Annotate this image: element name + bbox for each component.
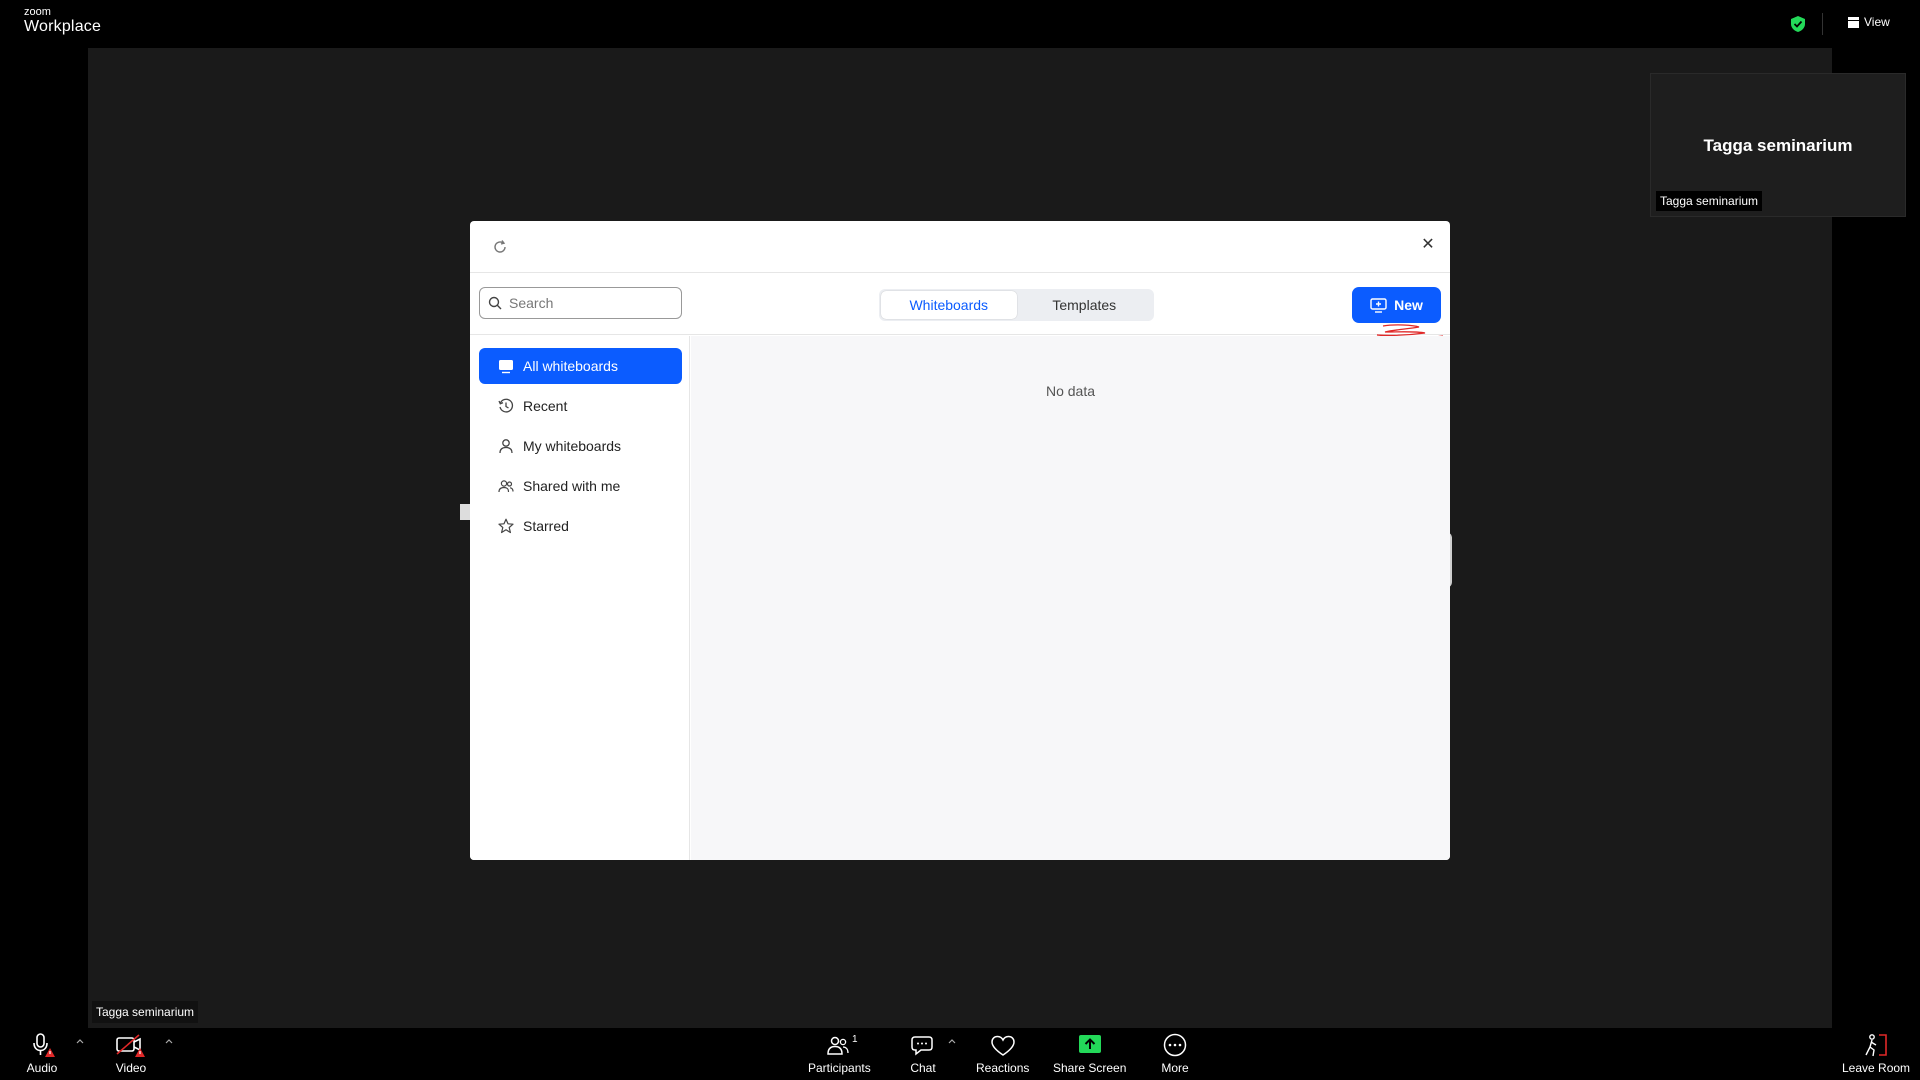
tab-templates[interactable]: Templates bbox=[1017, 291, 1153, 319]
meeting-controls: Audio Video Participants 1 Chat Reaction… bbox=[0, 1028, 1920, 1080]
sidebar-item-label: My whiteboards bbox=[523, 438, 622, 454]
participant-thumbnail[interactable]: Tagga seminarium Tagga seminarium bbox=[1650, 73, 1906, 217]
leave-icon bbox=[1865, 1034, 1887, 1057]
top-bar: zoom Workplace View bbox=[0, 0, 1920, 48]
participants-count: 1 bbox=[852, 1034, 858, 1045]
leave-room-label: Leave Room bbox=[1842, 1061, 1911, 1075]
clock-icon bbox=[498, 398, 514, 413]
sidebar-item-label: Shared with me bbox=[523, 478, 621, 494]
search-input[interactable] bbox=[509, 295, 669, 311]
share-screen-icon bbox=[1078, 1035, 1101, 1053]
whiteboard-icon bbox=[499, 360, 513, 374]
more-button[interactable]: More bbox=[1159, 1032, 1191, 1075]
participant-name-label: Tagga seminarium bbox=[1656, 191, 1763, 211]
participant-name-big: Tagga seminarium bbox=[1703, 136, 1853, 155]
participants-label: Participants bbox=[808, 1061, 871, 1075]
chat-button[interactable]: Chat bbox=[907, 1032, 939, 1075]
top-divider bbox=[1822, 13, 1823, 35]
zoom-logo: zoom Workplace bbox=[24, 7, 101, 35]
share-screen-button[interactable]: Share Screen bbox=[1053, 1032, 1126, 1075]
sidebar-item-label: All whiteboards bbox=[523, 358, 618, 374]
whiteboard-dialog: ✕ Whiteboards Templates New bbox=[470, 221, 1450, 860]
sidebar-item-all-whiteboards[interactable]: All whiteboards bbox=[479, 348, 682, 384]
leave-room-button[interactable]: Leave Room bbox=[1842, 1032, 1910, 1075]
dialog-header: ✕ bbox=[470, 221, 1450, 273]
star-icon bbox=[498, 518, 514, 534]
view-label: View bbox=[1864, 15, 1890, 29]
chat-label: Chat bbox=[910, 1061, 936, 1075]
audio-label: Audio bbox=[26, 1061, 58, 1075]
logo-big-text: Workplace bbox=[24, 18, 102, 35]
grid-icon bbox=[1848, 16, 1859, 28]
video-label: Video bbox=[115, 1061, 147, 1075]
more-label: More bbox=[1161, 1061, 1189, 1075]
tab-whiteboards[interactable]: Whiteboards bbox=[881, 291, 1017, 319]
close-icon[interactable]: ✕ bbox=[1418, 235, 1438, 255]
sidebar-item-shared-with-me[interactable]: Shared with me bbox=[479, 468, 682, 504]
share-screen-label: Share Screen bbox=[1053, 1061, 1127, 1075]
new-whiteboard-button[interactable]: New bbox=[1352, 287, 1441, 323]
reactions-label: Reactions bbox=[976, 1061, 1030, 1075]
sidebar-item-recent[interactable]: Recent bbox=[479, 388, 682, 424]
resize-handle-left[interactable] bbox=[460, 504, 470, 520]
whiteboard-sidebar: All whiteboards Recent My whiteboards Sh… bbox=[470, 336, 690, 860]
view-button[interactable]: View bbox=[1848, 15, 1890, 29]
new-button-label: New bbox=[1394, 297, 1423, 313]
video-off-icon bbox=[116, 1034, 145, 1057]
video-options-chevron-icon[interactable] bbox=[164, 1037, 174, 1045]
sidebar-item-my-whiteboards[interactable]: My whiteboards bbox=[479, 428, 682, 464]
whiteboard-tabs: Whiteboards Templates bbox=[879, 289, 1154, 321]
heart-icon bbox=[990, 1035, 1015, 1056]
whiteboard-list: No data bbox=[691, 336, 1450, 860]
participants-button[interactable]: Participants bbox=[808, 1032, 871, 1075]
dialog-toolbar: Whiteboards Templates New bbox=[470, 273, 1450, 339]
chat-options-chevron-icon[interactable] bbox=[947, 1037, 957, 1045]
reactions-button[interactable]: Reactions bbox=[976, 1032, 1029, 1075]
participants-icon bbox=[827, 1036, 849, 1055]
sidebar-item-label: Starred bbox=[523, 518, 569, 534]
microphone-muted-icon bbox=[33, 1033, 55, 1057]
chat-icon bbox=[911, 1036, 933, 1056]
video-button[interactable]: Video bbox=[115, 1032, 147, 1075]
audio-options-chevron-icon[interactable] bbox=[75, 1037, 85, 1045]
shield-icon[interactable] bbox=[1791, 16, 1805, 32]
search-box[interactable] bbox=[479, 287, 682, 319]
audio-button[interactable]: Audio bbox=[26, 1032, 58, 1075]
new-whiteboard-icon bbox=[1370, 297, 1387, 313]
logo-small-text: zoom bbox=[24, 6, 51, 18]
sidebar-item-starred[interactable]: Starred bbox=[479, 508, 682, 544]
sidebar-item-label: Recent bbox=[523, 398, 568, 414]
more-icon bbox=[1163, 1033, 1187, 1057]
empty-state-text: No data bbox=[1045, 383, 1096, 399]
self-name-label: Tagga seminarium bbox=[92, 1001, 199, 1023]
search-icon bbox=[488, 296, 502, 310]
refresh-icon[interactable] bbox=[492, 239, 508, 255]
user-icon bbox=[499, 439, 513, 454]
users-icon bbox=[498, 480, 514, 493]
